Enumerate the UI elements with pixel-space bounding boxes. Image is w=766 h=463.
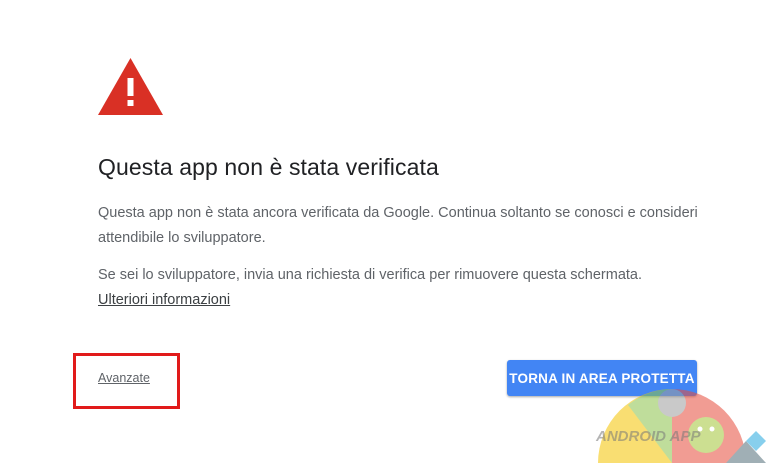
developer-info-text: Se sei lo sviluppatore, invia una richie… [98, 267, 643, 283]
warning-icon [98, 58, 163, 115]
developer-info: Se sei lo sviluppatore, invia una richie… [98, 263, 698, 312]
page-title: Questa app non è stata verificata [98, 154, 439, 180]
unverified-app-warning-page: Questa app non è stata verificata Questa… [0, 0, 766, 463]
watermark-text: ANDROID APP [596, 428, 701, 445]
highlight-box [73, 353, 180, 409]
learn-more-link[interactable]: Ulteriori informazioni [98, 292, 230, 308]
back-to-safety-button[interactable]: TORNA IN AREA PROTETTA [507, 360, 697, 396]
warning-description: Questa app non è stata ancora verificata… [98, 205, 698, 246]
